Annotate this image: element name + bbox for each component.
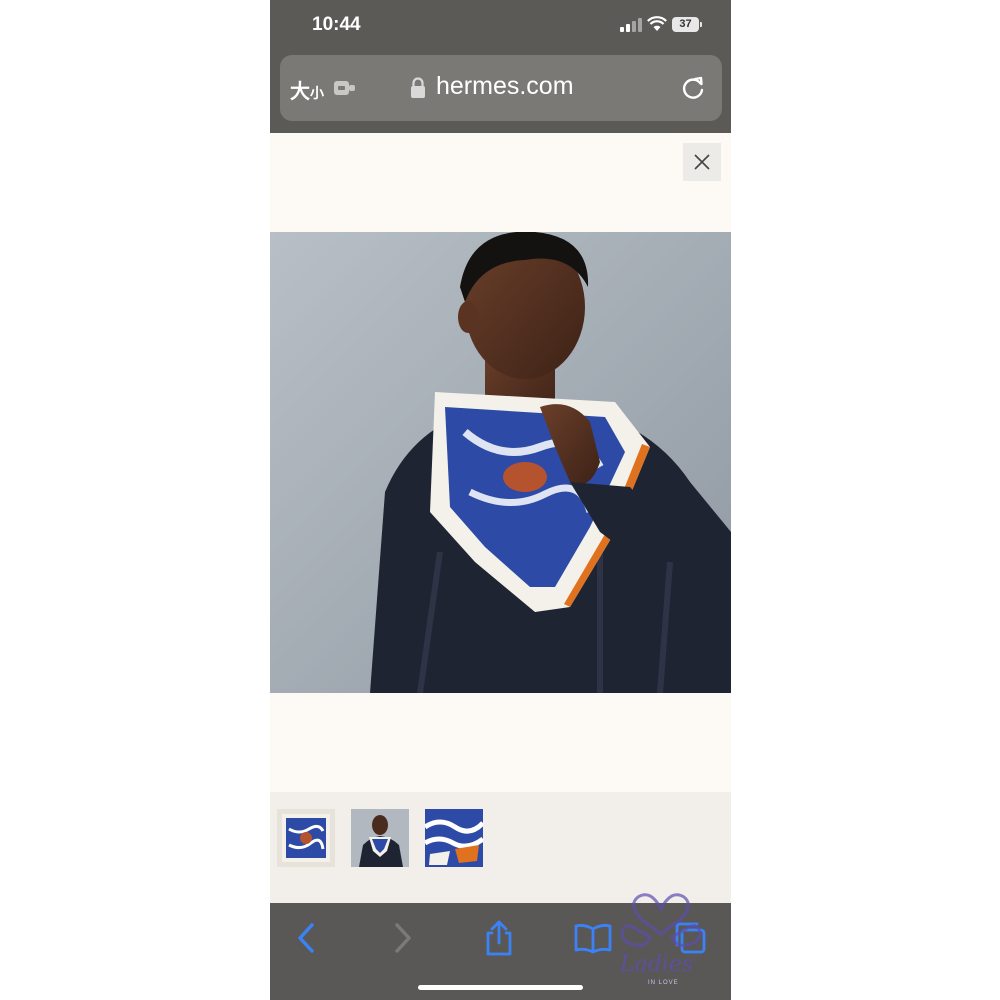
cellular-signal-icon [620,18,642,32]
phone-screen: 10:44 37 大小 hermes.com Ladies IN LOVE [270,0,731,1000]
share-button[interactable] [479,918,519,958]
thumbnail-2[interactable] [425,809,483,867]
scarf-detail-thumbnail-image [425,809,483,867]
model-wearing-scarf-image [270,232,731,693]
lock-icon [411,77,425,98]
browser-chrome: 10:44 37 大小 hermes.com [270,0,731,133]
thumbnail-1[interactable] [351,809,409,867]
bookmarks-button[interactable] [573,918,613,958]
model-wearing-thumbnail-image [351,809,409,867]
url-text[interactable]: hermes.com [436,72,574,101]
address-bar[interactable]: 大小 hermes.com [280,55,722,121]
text-size-label-small: 小 [310,85,324,101]
extension-icon[interactable] [334,80,356,96]
battery-tip [700,22,702,27]
chevron-left-icon [298,923,314,953]
product-main-image[interactable] [270,232,731,693]
home-indicator[interactable] [418,985,583,990]
back-button[interactable] [286,918,326,958]
text-size-button[interactable]: 大小 [290,75,324,104]
wifi-icon [647,16,667,31]
watermark-subtext: IN LOVE [648,980,679,986]
status-time: 10:44 [312,14,361,35]
close-button[interactable] [683,143,721,181]
battery-icon: 37 [672,17,699,32]
thumbnail-0[interactable] [277,809,335,867]
forward-button[interactable] [383,918,423,958]
thumbnail-strip [270,792,731,903]
scarf-flat-thumbnail-image [277,809,335,867]
book-icon [574,924,612,954]
share-icon [486,920,512,956]
watermark-text: Ladies [620,952,694,977]
reload-icon[interactable] [680,75,706,101]
chevron-right-icon [395,923,411,953]
text-size-label: 大 [290,81,310,103]
close-icon [694,154,710,170]
